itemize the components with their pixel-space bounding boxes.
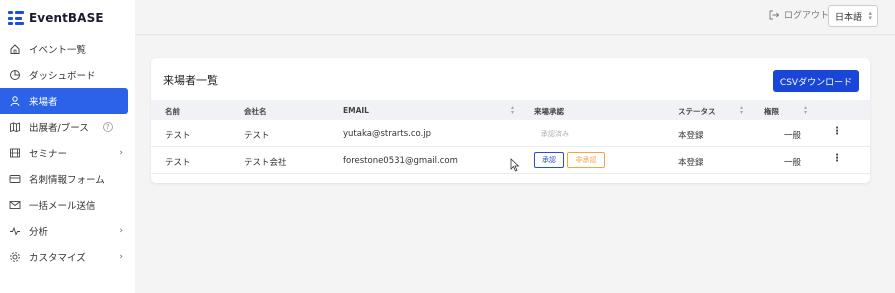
sort-icon[interactable]: ▴ ▾ (804, 105, 807, 116)
column-header-status[interactable]: ステータス (678, 106, 716, 117)
sidebar-item-label: セミナー (29, 149, 68, 160)
chevron-right-icon: › (119, 252, 123, 262)
logout-link[interactable]: ログアウト (768, 8, 829, 21)
column-header-role[interactable]: 権限 (764, 106, 779, 117)
cell-status: 本登録 (678, 158, 704, 168)
column-header-name[interactable]: 名前 (165, 106, 180, 117)
sort-icon[interactable]: ▴ ▾ (511, 105, 514, 116)
cell-email: yutaka@strarts.co.jp (343, 129, 432, 139)
sidebar-item-dashboard[interactable]: ダッシュボード (0, 62, 135, 88)
help-icon[interactable]: ? (102, 122, 113, 132)
sidebar-item-exhibitors[interactable]: 出展者/ブース ? (0, 114, 135, 140)
logout-icon (769, 10, 780, 19)
cell-status: 本登録 (678, 131, 704, 141)
sidebar-item-business-card-form[interactable]: 名刺情報フォーム (0, 166, 135, 192)
page-title: 来場者一覧 (163, 74, 218, 87)
language-value: 日本語 (835, 12, 863, 23)
row-menu-icon[interactable]: ⋮ (832, 154, 842, 164)
cell-company: テスト (244, 131, 270, 141)
sidebar-item-label: 来場者 (29, 97, 58, 108)
activity-icon (9, 225, 21, 237)
topbar: ログアウト 日本語 ▴ ▾ (135, 0, 895, 34)
logout-label: ログアウト (784, 11, 830, 21)
chevron-right-icon: › (119, 148, 123, 158)
table-header: 名前 会社名 EMAIL ▴ ▾ 来場承認 ステータス ▴ ▾ 権限 ▴ ▾ (151, 100, 870, 120)
column-header-approval[interactable]: 来場承認 (534, 106, 564, 117)
sidebar-item-label: 一括メール送信 (29, 201, 96, 212)
eventbase-logo-icon (8, 11, 24, 25)
user-icon (9, 95, 21, 107)
mail-icon (9, 199, 21, 211)
sidebar: EventBASE イベント一覧 ダッシュボード 来場者 出展者/ブース ? セ… (0, 0, 135, 293)
sidebar-item-events[interactable]: イベント一覧 (0, 36, 135, 62)
cell-name: テスト (165, 158, 191, 168)
row-menu-icon[interactable]: ⋮ (832, 127, 842, 137)
app-logo[interactable]: EventBASE (8, 9, 104, 27)
logo-text: EventBASE (29, 11, 104, 25)
cell-role: 一般 (784, 158, 802, 168)
approval-status-badge: 承認済み (541, 130, 569, 138)
pie-chart-icon (9, 69, 21, 81)
language-select[interactable]: 日本語 ▴ ▾ (828, 5, 878, 27)
csv-download-button[interactable]: CSVダウンロード (773, 70, 859, 92)
sort-icon[interactable]: ▴ ▾ (740, 105, 743, 116)
column-header-email[interactable]: EMAIL (343, 106, 369, 115)
reject-button[interactable]: 非承認 (567, 152, 605, 168)
sidebar-nav: イベント一覧 ダッシュボード 来場者 出展者/ブース ? セミナー › 名刺情報… (0, 36, 135, 270)
sidebar-item-bulk-mail[interactable]: 一括メール送信 (0, 192, 135, 218)
home-icon (9, 43, 21, 55)
sidebar-item-label: カスタマイズ (29, 253, 86, 264)
card-icon (9, 173, 21, 185)
cell-name: テスト (165, 131, 191, 141)
sidebar-item-label: イベント一覧 (29, 45, 87, 56)
select-arrows-icon: ▴ ▾ (868, 9, 872, 22)
gear-icon (9, 251, 21, 263)
sidebar-item-visitors[interactable]: 来場者 (0, 88, 128, 114)
film-icon (9, 147, 21, 159)
cell-role: 一般 (784, 131, 802, 141)
mouse-cursor-icon (510, 158, 520, 172)
cell-company: テスト会社 (244, 158, 287, 168)
sidebar-item-analytics[interactable]: 分析 › (0, 218, 135, 244)
sidebar-item-customize[interactable]: カスタマイズ › (0, 244, 135, 270)
sidebar-item-label: ダッシュボード (29, 71, 96, 82)
approve-button[interactable]: 承認 (534, 152, 564, 168)
map-icon (9, 121, 21, 133)
cell-email: forestone0531@gmail.com (343, 156, 458, 166)
chevron-right-icon: › (119, 226, 123, 236)
sidebar-item-label: 名刺情報フォーム (29, 175, 105, 186)
column-header-company[interactable]: 会社名 (244, 106, 267, 117)
table-row: テスト テスト yutaka@strarts.co.jp 承認済み 本登録 一般… (151, 120, 870, 147)
sidebar-item-label: 分析 (29, 227, 49, 238)
sidebar-item-seminar[interactable]: セミナー › (0, 140, 135, 166)
topbar-divider (135, 34, 895, 36)
sidebar-item-label: 出展者/ブース (29, 123, 89, 134)
